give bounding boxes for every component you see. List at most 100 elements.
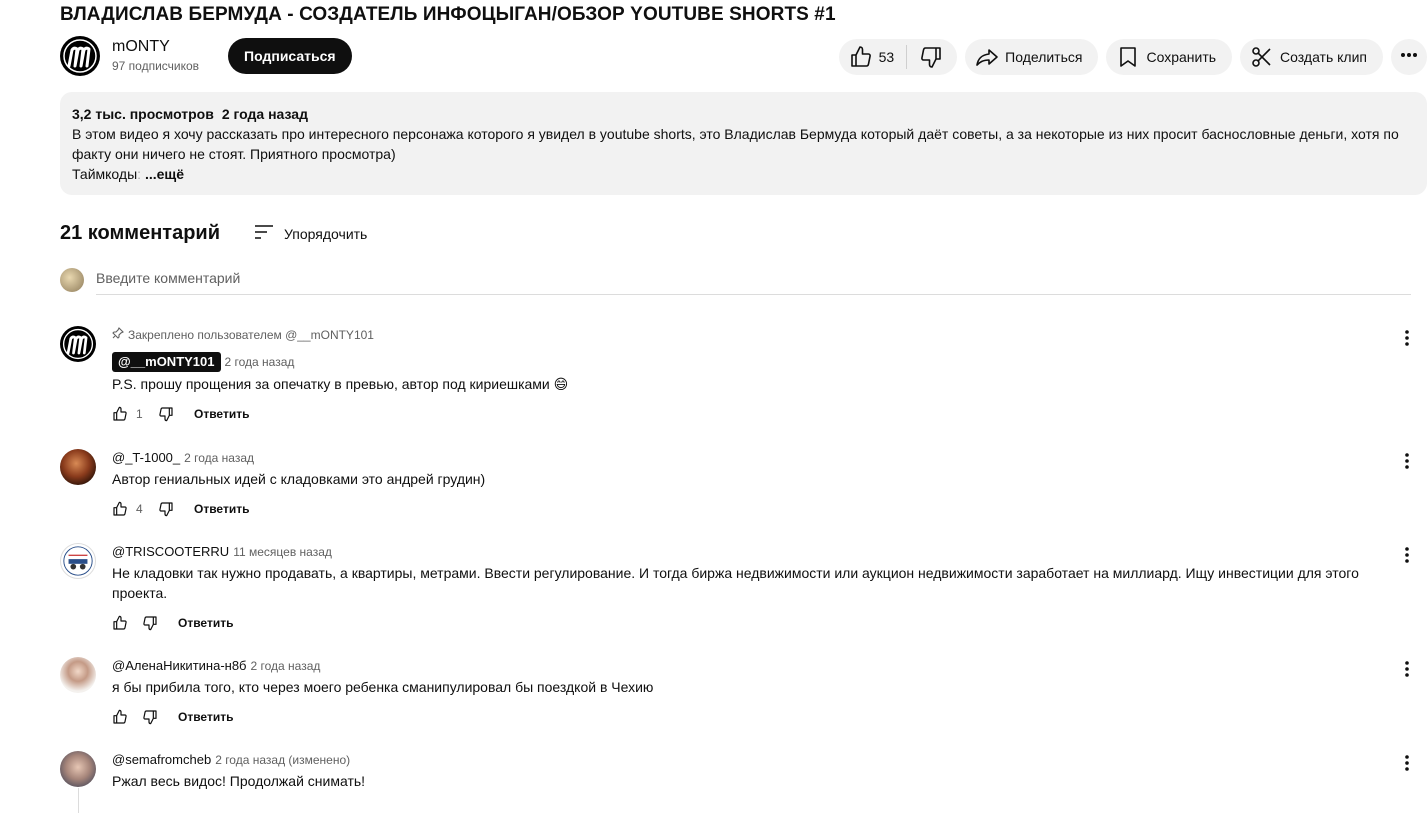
comments-count: 21 комментарий bbox=[60, 222, 221, 244]
comment-text: Не кладовки так нужно продавать, а кварт… bbox=[112, 565, 1359, 601]
comment-menu-button[interactable] bbox=[1399, 328, 1415, 348]
comment-time[interactable]: 2 года назад bbox=[225, 353, 295, 371]
comment-menu-button[interactable] bbox=[1399, 451, 1415, 471]
view-count: 3,2 тыс. просмотров bbox=[72, 106, 214, 122]
comment-time[interactable]: 2 года назад bbox=[184, 449, 254, 467]
comment-body: @_T-1000_ 2 года назад Автор гениальных … bbox=[112, 449, 1392, 521]
comment-meta: @TRISCOOTERRU 11 месяцев назад bbox=[112, 543, 1392, 561]
comment-dislike-button[interactable] bbox=[142, 709, 158, 725]
comment-reply-button[interactable]: Ответить bbox=[194, 502, 249, 516]
subscribe-button[interactable]: Подписаться bbox=[228, 38, 352, 74]
subscriber-count: 97 подписчиков bbox=[112, 59, 200, 73]
add-comment-row bbox=[60, 268, 1411, 296]
comment-avatar[interactable] bbox=[60, 326, 96, 362]
more-vertical-icon bbox=[1405, 755, 1409, 771]
comment-dislike-button[interactable] bbox=[158, 501, 174, 517]
sort-label: Упорядочить bbox=[284, 225, 368, 242]
share-label: Поделиться bbox=[1005, 49, 1083, 65]
comment-meta: @semafromcheb 2 года назад (изменено) bbox=[112, 751, 1392, 769]
comment-avatar[interactable] bbox=[60, 751, 96, 787]
more-horizontal-icon bbox=[1399, 45, 1419, 70]
video-actions: 53 Поделиться Сохранить Создать клип bbox=[838, 39, 1427, 75]
comment-time[interactable]: 11 месяцев назад bbox=[233, 543, 332, 561]
comment-reply-button[interactable]: Ответить bbox=[194, 407, 249, 421]
save-button[interactable]: Сохранить bbox=[1106, 39, 1233, 75]
comment-author[interactable]: @semafromcheb bbox=[112, 751, 211, 769]
like-count: 53 bbox=[878, 49, 895, 65]
comment-body: @АленаНикитина-н8б 2 года назад я бы при… bbox=[112, 657, 1392, 729]
comment-like-count: 4 bbox=[136, 502, 143, 516]
comment-dislike-button[interactable] bbox=[142, 615, 158, 631]
bookmark-icon bbox=[1116, 45, 1140, 69]
channel-avatar[interactable] bbox=[60, 36, 100, 76]
description-text: В этом видео я хочу рассказать про интер… bbox=[72, 126, 1399, 162]
comment-text: P.S. прошу прощения за опечатку в превью… bbox=[112, 376, 569, 392]
scissors-icon bbox=[1250, 45, 1274, 69]
comment-author[interactable]: @АленаНикитина-н8б bbox=[112, 657, 247, 675]
more-vertical-icon bbox=[1405, 547, 1409, 563]
more-vertical-icon bbox=[1405, 661, 1409, 677]
comment-author[interactable]: @TRISCOOTERRU bbox=[112, 543, 229, 561]
comments-header: 21 комментарий Упорядочить bbox=[60, 220, 367, 247]
description-box[interactable]: 3,2 тыс. просмотров 2 года назад В этом в… bbox=[60, 92, 1427, 195]
thumbs-up-icon bbox=[113, 406, 127, 421]
thumbs-down-icon bbox=[919, 45, 943, 69]
thumbs-up-icon bbox=[113, 501, 127, 516]
more-actions-button[interactable] bbox=[1391, 39, 1427, 75]
comment-like-button[interactable] bbox=[112, 615, 128, 631]
thumbs-up-icon bbox=[113, 709, 127, 724]
comment-body: Закреплено пользователем @__mONTY101 @__… bbox=[112, 326, 1392, 426]
timecodes-label: Таймкоды bbox=[72, 166, 138, 182]
sort-button[interactable]: Упорядочить bbox=[252, 220, 367, 247]
description-timecodes: Таймкоды: ...ещё bbox=[72, 164, 1415, 184]
scooter-logo-icon bbox=[63, 546, 93, 576]
comment-meta: @АленаНикитина-н8б 2 года назад bbox=[112, 657, 1392, 675]
video-title: ВЛАДИСЛАВ БЕРМУДА - СОЗДАТЕЛЬ ИНФОЦЫГАН/… bbox=[60, 4, 836, 25]
thumbs-up-icon bbox=[849, 45, 873, 69]
thumbs-down-icon bbox=[159, 502, 173, 517]
sort-icon bbox=[252, 220, 276, 247]
comment-author[interactable]: @__mONTY101 bbox=[112, 352, 221, 372]
comment-menu-button[interactable] bbox=[1399, 659, 1415, 679]
pinned-label: Закреплено пользователем @__mONTY101 bbox=[128, 328, 374, 342]
description-more-button[interactable]: ...ещё bbox=[145, 166, 184, 182]
comment-time[interactable]: 2 года назад (изменено) bbox=[215, 751, 350, 769]
comment-avatar[interactable] bbox=[60, 449, 96, 485]
comment-menu-button[interactable] bbox=[1399, 753, 1415, 773]
channel-meta: mONTY 97 подписчиков bbox=[112, 37, 199, 75]
comment-actions: Ответить bbox=[112, 611, 1392, 635]
comment-dislike-button[interactable] bbox=[158, 406, 174, 422]
thumbs-down-icon bbox=[159, 407, 173, 422]
share-button[interactable]: Поделиться bbox=[965, 39, 1099, 75]
save-label: Сохранить bbox=[1146, 49, 1217, 65]
like-button[interactable]: 53 bbox=[839, 39, 907, 75]
comment-avatar[interactable] bbox=[60, 543, 96, 579]
create-clip-label: Создать клип bbox=[1280, 49, 1367, 65]
comment-reply-button[interactable]: Ответить bbox=[178, 616, 233, 630]
comment-like-button[interactable] bbox=[112, 501, 128, 517]
comment-reply-button[interactable]: Ответить bbox=[178, 710, 233, 724]
channel-name[interactable]: mONTY bbox=[112, 37, 199, 57]
more-vertical-icon bbox=[1405, 453, 1409, 469]
comment-menu-button[interactable] bbox=[1399, 545, 1415, 565]
thumbs-up-icon bbox=[113, 615, 127, 630]
comment-like-button[interactable] bbox=[112, 709, 128, 725]
comment-time[interactable]: 2 года назад bbox=[251, 657, 321, 675]
comment-like-button[interactable] bbox=[112, 406, 128, 422]
comment-meta: @_T-1000_ 2 года назад bbox=[112, 449, 1392, 467]
timecodes-fade: : bbox=[137, 166, 142, 182]
comment-author[interactable]: @_T-1000_ bbox=[112, 449, 180, 467]
create-clip-button[interactable]: Создать клип bbox=[1240, 39, 1383, 75]
thumbs-down-icon bbox=[143, 616, 157, 631]
upload-date: 2 года назад bbox=[221, 106, 308, 122]
thumbs-down-icon bbox=[143, 710, 157, 725]
comment-input[interactable] bbox=[96, 268, 1411, 295]
like-dislike-group: 53 bbox=[838, 39, 958, 75]
dislike-button[interactable] bbox=[907, 39, 957, 75]
comment-avatar[interactable] bbox=[60, 657, 96, 693]
comment-body: @semafromcheb 2 года назад (изменено) Рж… bbox=[112, 751, 1392, 791]
comment-text: Ржал весь видос! Продолжай снимать! bbox=[112, 773, 366, 789]
video-owner: mONTY 97 подписчиков Подписаться bbox=[60, 36, 352, 76]
comment-actions: Ответить bbox=[112, 705, 1392, 729]
comment-like-count: 1 bbox=[136, 407, 143, 421]
